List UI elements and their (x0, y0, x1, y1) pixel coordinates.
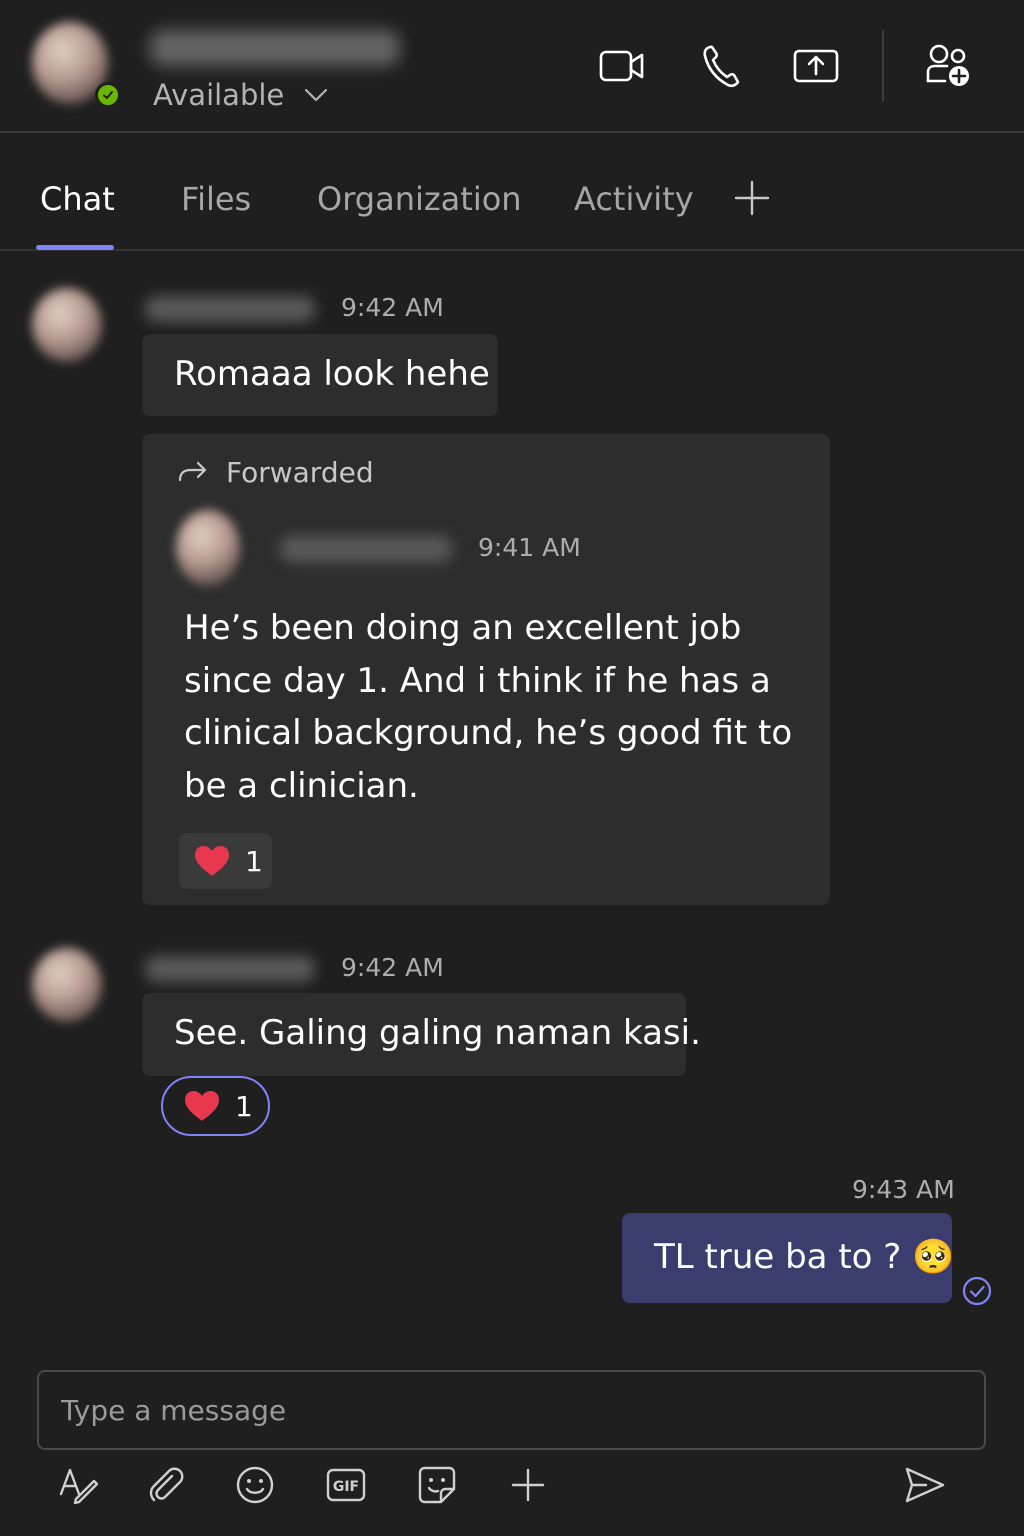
attach-button[interactable] (143, 1462, 189, 1508)
format-icon (59, 1468, 98, 1504)
reaction-count: 1 (245, 844, 263, 878)
sticker-button[interactable] (414, 1462, 460, 1508)
format-button[interactable] (55, 1462, 101, 1508)
original-sender-name-redacted (280, 536, 452, 562)
gif-icon-label: GIF (333, 1479, 359, 1495)
message-input[interactable] (61, 1390, 941, 1430)
heart-icon (195, 846, 229, 876)
emoji-button[interactable] (232, 1462, 278, 1508)
my-message-bubble[interactable]: TL true ba to ? 🥺 (622, 1213, 955, 1303)
share-screen-button[interactable] (792, 42, 840, 90)
forwarded-message-text: He’s been doing an excellent job since d… (184, 608, 793, 806)
gif-button[interactable]: GIF (323, 1462, 369, 1508)
message-timestamp: 9:42 AM (341, 953, 444, 982)
gif-icon: GIF (326, 1468, 366, 1502)
my-message-text: TL true ba to ? 🥺 (654, 1237, 955, 1277)
message-bubble[interactable]: See. Galing galing naman kasi. (142, 993, 701, 1076)
more-actions-button[interactable] (505, 1462, 551, 1508)
original-message-timestamp: 9:41 AM (478, 533, 581, 562)
send-button[interactable] (902, 1462, 948, 1508)
original-sender-avatar (176, 510, 240, 586)
reaction-count: 1 (235, 1089, 253, 1123)
contact-name-redacted (150, 30, 400, 66)
send-icon (905, 1467, 945, 1503)
add-icon (511, 1468, 545, 1502)
video-call-icon (599, 50, 644, 82)
message-text: See. Galing galing naman kasi. (174, 1013, 701, 1053)
chevron-down-icon (305, 88, 328, 102)
tab-organization[interactable]: Organization (317, 180, 522, 218)
compose-box[interactable] (37, 1370, 986, 1450)
share-screen-icon (793, 49, 839, 83)
emoji-icon (236, 1466, 274, 1504)
header-divider (882, 30, 884, 102)
chat-header: Available (0, 0, 1024, 133)
forwarded-label: Forwarded (226, 456, 374, 489)
pleading-face-emoji: 🥺 (912, 1237, 955, 1277)
sticker-icon (418, 1466, 456, 1504)
add-tab-button[interactable] (734, 180, 770, 220)
sender-name-redacted (145, 296, 315, 322)
phone-call-icon (703, 45, 740, 88)
add-people-button[interactable] (924, 42, 972, 90)
tab-files[interactable]: Files (181, 180, 251, 218)
heart-reaction-mine[interactable]: 1 (161, 1076, 270, 1136)
plus-icon (734, 180, 770, 216)
status-label: Available (153, 78, 285, 112)
read-receipt-icon (962, 1276, 992, 1306)
add-people-icon (926, 44, 969, 86)
message-bubble[interactable]: Romaaa look hehe (142, 334, 498, 416)
heart-reaction[interactable]: 1 (179, 833, 272, 889)
audio-call-button[interactable] (697, 42, 745, 90)
active-tab-indicator (36, 245, 114, 250)
heart-icon (185, 1091, 219, 1121)
message-timestamp: 9:42 AM (341, 293, 444, 322)
my-message-timestamp: 9:43 AM (852, 1175, 955, 1204)
tab-chat[interactable]: Chat (40, 180, 115, 218)
attach-icon (149, 1467, 184, 1502)
presence-available-icon (95, 82, 121, 108)
sender-avatar[interactable] (32, 948, 102, 1022)
message-text: Romaaa look hehe (174, 354, 490, 394)
sender-name-redacted (145, 956, 315, 982)
forward-icon (178, 461, 207, 482)
tab-bar: Chat Files Organization Activity (0, 135, 1024, 251)
status-dropdown[interactable]: Available (153, 78, 328, 112)
forwarded-message-card[interactable]: Forwarded 9:41 AM He’s been doing an exc… (142, 434, 830, 905)
video-call-button[interactable] (598, 42, 646, 90)
sender-avatar[interactable] (32, 288, 102, 362)
tab-activity[interactable]: Activity (574, 180, 694, 218)
